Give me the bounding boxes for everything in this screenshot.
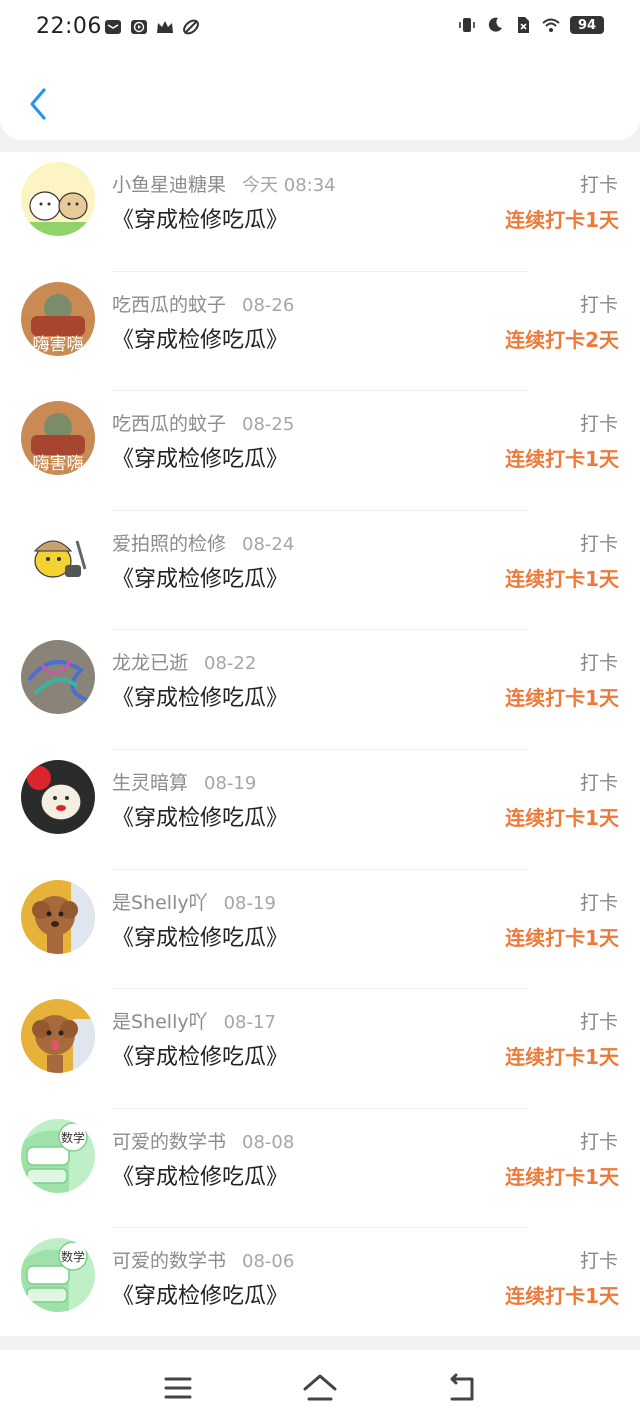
svg-text:数学: 数学	[61, 1130, 85, 1145]
checkin-label: 打卡	[579, 1011, 618, 1034]
checkin-date: 08-06	[242, 1251, 295, 1273]
avatar[interactable]	[21, 162, 95, 236]
book-title[interactable]: 《穿成检修吃瓜》	[112, 322, 288, 354]
checkin-label: 打卡	[579, 771, 618, 794]
checkin-date: 08-22	[204, 653, 257, 675]
checkin-label: 打卡	[579, 174, 618, 196]
play-icon	[131, 20, 147, 34]
username[interactable]: 吃西瓜的蚊子	[112, 290, 226, 317]
checkin-date: 08-19	[223, 892, 276, 914]
streak-text: 连续打卡1天	[505, 925, 619, 950]
streak-text: 连续打卡1天	[505, 208, 619, 232]
streak-text: 连续打卡1天	[505, 1284, 619, 1309]
moon-icon	[488, 17, 502, 32]
back-button[interactable]	[20, 84, 56, 124]
username[interactable]: 小鱼星迪糖果	[112, 170, 226, 197]
avatar[interactable]	[21, 520, 95, 595]
checkin-date: 08-17	[223, 1012, 276, 1034]
checkin-row[interactable]: 是Shelly吖 08-19 《穿成检修吃瓜》 打卡 连续打卡1天	[0, 870, 640, 990]
checkin-row[interactable]: 是Shelly吖 08-17 《穿成检修吃瓜》 打卡 连续打卡1天	[0, 989, 640, 1109]
checkin-label: 打卡	[579, 293, 618, 316]
book-title[interactable]: 《穿成检修吃瓜》	[112, 1039, 288, 1071]
checkin-date: 08-24	[242, 533, 295, 555]
chevron-left-icon	[30, 88, 46, 120]
avatar[interactable]	[21, 879, 95, 954]
username[interactable]: 吃西瓜的蚊子	[112, 409, 226, 436]
checkin-label: 打卡	[579, 652, 618, 675]
avatar[interactable]	[21, 640, 95, 715]
status-time: 22:06	[36, 14, 102, 39]
menu-icon	[164, 1377, 192, 1399]
username[interactable]: 龙龙已逝	[112, 648, 188, 675]
checkin-date: 08-19	[204, 772, 257, 794]
svg-text:嗨害嗨: 嗨害嗨	[33, 335, 84, 355]
book-title[interactable]: 《穿成检修吃瓜》	[112, 441, 288, 473]
wifi-icon	[542, 18, 560, 32]
leaf-icon	[183, 19, 199, 35]
streak-text: 连续打卡1天	[505, 566, 619, 591]
home-icon	[303, 1374, 337, 1401]
vibrate-icon	[459, 18, 475, 32]
svg-text:数学: 数学	[61, 1249, 85, 1264]
book-title[interactable]: 《穿成检修吃瓜》	[112, 1159, 288, 1191]
checkin-label: 打卡	[579, 1250, 618, 1273]
sim-off-icon	[518, 17, 529, 33]
username[interactable]: 生灵暗算	[112, 768, 188, 795]
streak-text: 连续打卡1天	[505, 1045, 619, 1070]
crown-icon	[157, 21, 173, 33]
checkin-date: 08-25	[242, 414, 295, 436]
checkin-label: 打卡	[579, 891, 618, 914]
home-button[interactable]	[300, 1368, 340, 1408]
checkin-date: 08-26	[242, 294, 295, 316]
streak-text: 连续打卡2天	[505, 327, 619, 352]
username[interactable]: 是Shelly吖	[112, 888, 208, 915]
book-title[interactable]: 《穿成检修吃瓜》	[112, 680, 288, 712]
back-nav-button[interactable]	[442, 1368, 482, 1408]
menu-button[interactable]	[158, 1368, 198, 1408]
book-title[interactable]: 《穿成检修吃瓜》	[112, 800, 288, 832]
system-nav-bar	[0, 1350, 640, 1425]
back-nav-icon	[450, 1373, 474, 1401]
checkin-date: 今天 08:34	[242, 175, 336, 196]
streak-text: 连续打卡1天	[505, 805, 619, 830]
checkin-row[interactable]: 嗨害嗨 吃西瓜的蚊子 08-26 《穿成检修吃瓜》 打卡 连续打卡2天	[0, 272, 640, 392]
username[interactable]: 是Shelly吖	[112, 1007, 208, 1034]
username[interactable]: 可爱的数学书	[112, 1127, 226, 1154]
checkin-row[interactable]: 数学 可爱的数学书 08-08 《穿成检修吃瓜》 打卡 连续打卡1天	[0, 1109, 640, 1229]
streak-text: 连续打卡1天	[505, 686, 619, 711]
checkin-row[interactable]: 龙龙已逝 08-22 《穿成检修吃瓜》 打卡 连续打卡1天	[0, 630, 640, 750]
mail-icon	[105, 20, 121, 34]
app-header: 22:06 94	[0, 0, 640, 140]
checkin-date: 08-08	[242, 1131, 295, 1153]
status-bar: 22:06 94	[0, 0, 640, 58]
avatar[interactable]	[21, 999, 95, 1074]
book-title[interactable]: 《穿成检修吃瓜》	[112, 202, 288, 234]
checkin-row[interactable]: 嗨害嗨 吃西瓜的蚊子 08-25 《穿成检修吃瓜》 打卡 连续打卡1天	[0, 391, 640, 511]
svg-text:嗨害嗨: 嗨害嗨	[33, 454, 84, 474]
avatar[interactable]	[21, 759, 95, 834]
book-title[interactable]: 《穿成检修吃瓜》	[112, 561, 288, 593]
checkin-row[interactable]: 小鱼星迪糖果 今天 08:34 《穿成检修吃瓜》 打卡 连续打卡1天	[0, 152, 640, 272]
streak-text: 连续打卡1天	[505, 1164, 619, 1189]
checkin-label: 打卡	[579, 413, 618, 436]
checkin-row[interactable]: 生灵暗算 08-19 《穿成检修吃瓜》 打卡 连续打卡1天	[0, 750, 640, 870]
avatar[interactable]: 数学	[21, 1238, 95, 1313]
avatar[interactable]: 嗨害嗨	[21, 281, 95, 356]
checkin-row[interactable]: 数学 可爱的数学书 08-06 《穿成检修吃瓜》 打卡 连续打卡1天	[0, 1228, 640, 1348]
battery-indicator: 94	[570, 16, 604, 34]
book-title[interactable]: 《穿成检修吃瓜》	[112, 1278, 288, 1310]
avatar[interactable]: 数学	[21, 1118, 95, 1193]
streak-text: 连续打卡1天	[505, 447, 619, 472]
checkin-label: 打卡	[579, 1130, 618, 1153]
username[interactable]: 可爱的数学书	[112, 1246, 226, 1273]
checkin-list: 小鱼星迪糖果 今天 08:34 《穿成检修吃瓜》 打卡 连续打卡1天 嗨害嗨 吃…	[0, 152, 640, 1336]
book-title[interactable]: 《穿成检修吃瓜》	[112, 920, 288, 952]
checkin-row[interactable]: 爱拍照的检修 08-24 《穿成检修吃瓜》 打卡 连续打卡1天	[0, 511, 640, 631]
checkin-label: 打卡	[579, 532, 618, 555]
avatar[interactable]: 嗨害嗨	[21, 401, 95, 476]
username[interactable]: 爱拍照的检修	[112, 529, 226, 556]
